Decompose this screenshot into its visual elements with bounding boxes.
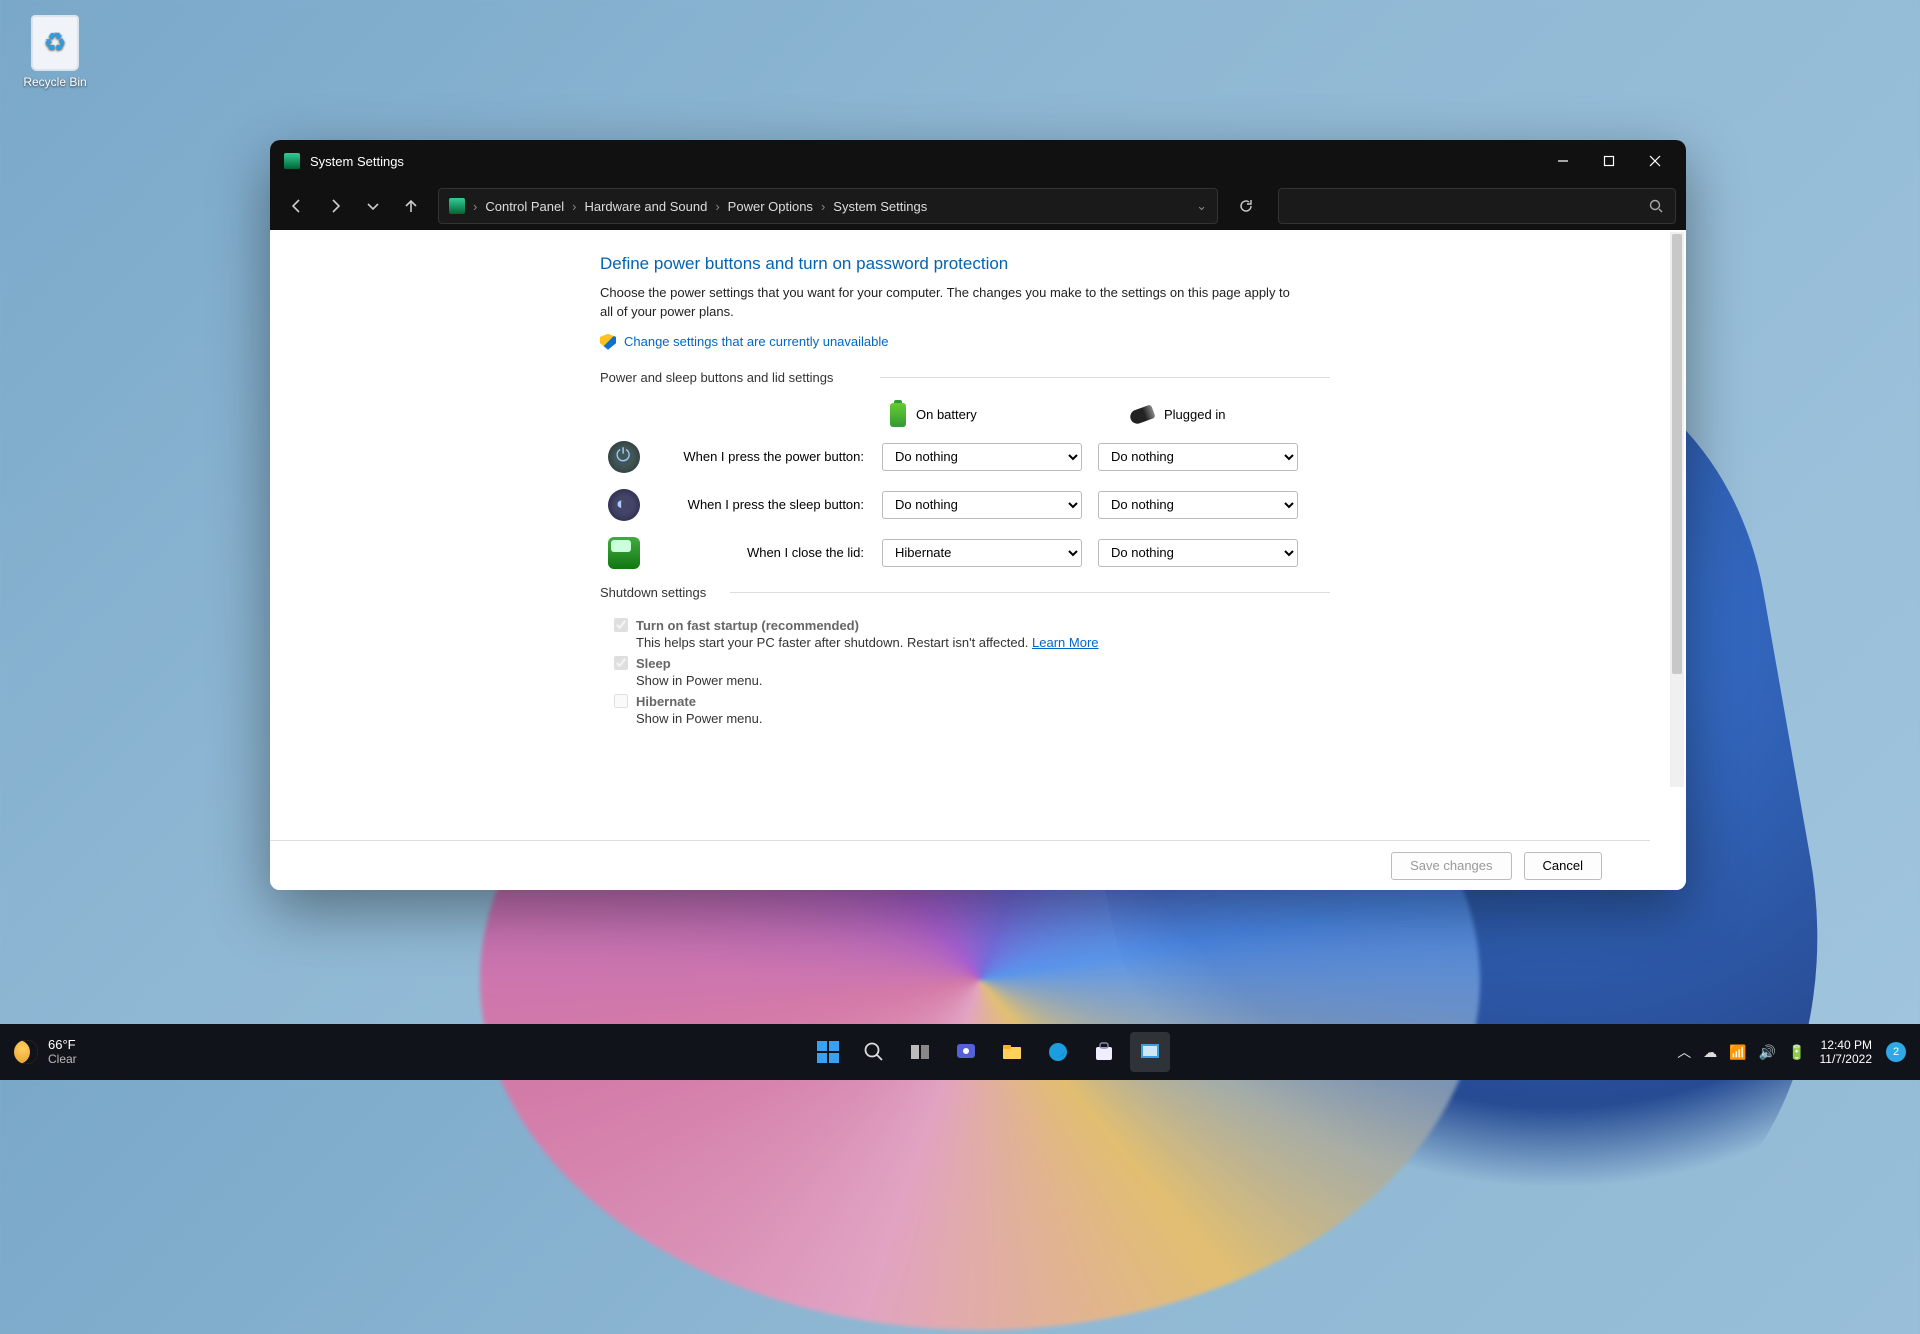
chevron-up-icon[interactable]: ︿: [1677, 1042, 1691, 1062]
learn-more-link[interactable]: Learn More: [1032, 635, 1098, 650]
app-icon: [284, 153, 300, 169]
chevron-right-icon: ›: [572, 199, 576, 214]
back-button[interactable]: [280, 189, 314, 223]
notification-badge[interactable]: 2: [1886, 1042, 1906, 1062]
wifi-icon[interactable]: 📶: [1729, 1044, 1746, 1061]
lid-plugged-select[interactable]: Do nothing: [1098, 539, 1298, 567]
hibernate-desc: Show in Power menu.: [636, 711, 1320, 726]
volume-icon[interactable]: 🔊: [1759, 1044, 1776, 1061]
row-lid-label: When I close the lid:: [652, 545, 882, 560]
power-button-icon: [608, 441, 640, 473]
content-area: Define power buttons and turn on passwor…: [270, 230, 1686, 890]
moon-icon: [14, 1040, 38, 1064]
section-shutdown: Shutdown settings: [600, 585, 1320, 600]
recycle-bin-label: Recycle Bin: [15, 75, 95, 89]
up-button[interactable]: [394, 189, 428, 223]
refresh-button[interactable]: [1226, 188, 1266, 224]
fast-startup-checkbox[interactable]: [614, 618, 628, 632]
search-input[interactable]: [1278, 188, 1676, 224]
sleep-plugged-select[interactable]: Do nothing: [1098, 491, 1298, 519]
chevron-down-icon[interactable]: ⌄: [1196, 198, 1207, 214]
clock-time: 12:40 PM: [1820, 1038, 1873, 1052]
close-button[interactable]: [1632, 140, 1678, 182]
system-tray[interactable]: ︿ ☁ 📶 🔊 🔋: [1677, 1042, 1805, 1062]
battery-icon: [890, 403, 906, 427]
breadcrumb[interactable]: System Settings: [833, 199, 927, 214]
search-button[interactable]: [854, 1032, 894, 1072]
cancel-button[interactable]: Cancel: [1524, 852, 1602, 880]
page-heading: Define power buttons and turn on passwor…: [600, 254, 1320, 274]
power-plugged-select[interactable]: Do nothing: [1098, 443, 1298, 471]
navbar: › Control Panel › Hardware and Sound › P…: [270, 182, 1686, 230]
store-button[interactable]: [1084, 1032, 1124, 1072]
search-icon: [1649, 199, 1663, 213]
explorer-button[interactable]: [992, 1032, 1032, 1072]
sleep-button-icon: [608, 489, 640, 521]
taskbar: 66°F Clear ︿ ☁ 📶 🔊 🔋 12:40 PM 11/7/2022 …: [0, 1024, 1920, 1080]
settings-window: System Settings › Control Panel › Hardwa…: [270, 140, 1686, 890]
row-sleep-label: When I press the sleep button:: [652, 497, 882, 512]
shield-icon: [600, 334, 616, 350]
footer: Save changes Cancel: [270, 840, 1650, 890]
power-battery-select[interactable]: Do nothing: [882, 443, 1082, 471]
address-bar[interactable]: › Control Panel › Hardware and Sound › P…: [438, 188, 1218, 224]
lid-battery-select[interactable]: Hibernate: [882, 539, 1082, 567]
task-view-button[interactable]: [900, 1032, 940, 1072]
minimize-button[interactable]: [1540, 140, 1586, 182]
forward-button[interactable]: [318, 189, 352, 223]
desktop-icon-recycle-bin[interactable]: Recycle Bin: [15, 15, 95, 89]
chat-button[interactable]: [946, 1032, 986, 1072]
settings-app-button[interactable]: [1130, 1032, 1170, 1072]
address-icon: [449, 198, 465, 214]
hibernate-label: Hibernate: [636, 694, 696, 709]
sleep-battery-select[interactable]: Do nothing: [882, 491, 1082, 519]
save-button[interactable]: Save changes: [1391, 852, 1511, 880]
scrollbar[interactable]: [1670, 232, 1684, 787]
breadcrumb[interactable]: Hardware and Sound: [584, 199, 707, 214]
change-settings-link[interactable]: Change settings that are currently unava…: [624, 334, 889, 349]
weather-temp: 66°F: [48, 1038, 77, 1052]
breadcrumb[interactable]: Control Panel: [485, 199, 564, 214]
column-battery: On battery: [916, 407, 977, 422]
weather-widget[interactable]: 66°F Clear: [0, 1038, 300, 1066]
clock[interactable]: 12:40 PM 11/7/2022: [1820, 1038, 1873, 1067]
breadcrumb[interactable]: Power Options: [728, 199, 813, 214]
sleep-desc: Show in Power menu.: [636, 673, 1320, 688]
plug-icon: [1128, 404, 1155, 425]
edge-button[interactable]: [1038, 1032, 1078, 1072]
chevron-right-icon: ›: [821, 199, 825, 214]
clock-date: 11/7/2022: [1820, 1052, 1873, 1066]
section-power-sleep-lid: Power and sleep buttons and lid settings: [600, 370, 1320, 385]
maximize-button[interactable]: [1586, 140, 1632, 182]
recent-button[interactable]: [356, 189, 390, 223]
hibernate-checkbox[interactable]: [614, 694, 628, 708]
fast-startup-desc: This helps start your PC faster after sh…: [636, 635, 1320, 650]
chevron-right-icon: ›: [473, 199, 477, 214]
column-plugged: Plugged in: [1164, 407, 1225, 422]
start-button[interactable]: [808, 1032, 848, 1072]
battery-tray-icon[interactable]: 🔋: [1788, 1044, 1805, 1061]
page-description: Choose the power settings that you want …: [600, 284, 1300, 322]
chevron-right-icon: ›: [715, 199, 719, 214]
sleep-label: Sleep: [636, 656, 671, 671]
titlebar[interactable]: System Settings: [270, 140, 1686, 182]
window-title: System Settings: [310, 154, 404, 169]
sleep-checkbox[interactable]: [614, 656, 628, 670]
lid-icon: [608, 537, 640, 569]
recycle-bin-icon: [31, 15, 79, 71]
weather-cond: Clear: [48, 1052, 77, 1066]
row-power-label: When I press the power button:: [652, 449, 882, 464]
onedrive-icon[interactable]: ☁: [1703, 1044, 1717, 1061]
fast-startup-label: Turn on fast startup (recommended): [636, 618, 859, 633]
